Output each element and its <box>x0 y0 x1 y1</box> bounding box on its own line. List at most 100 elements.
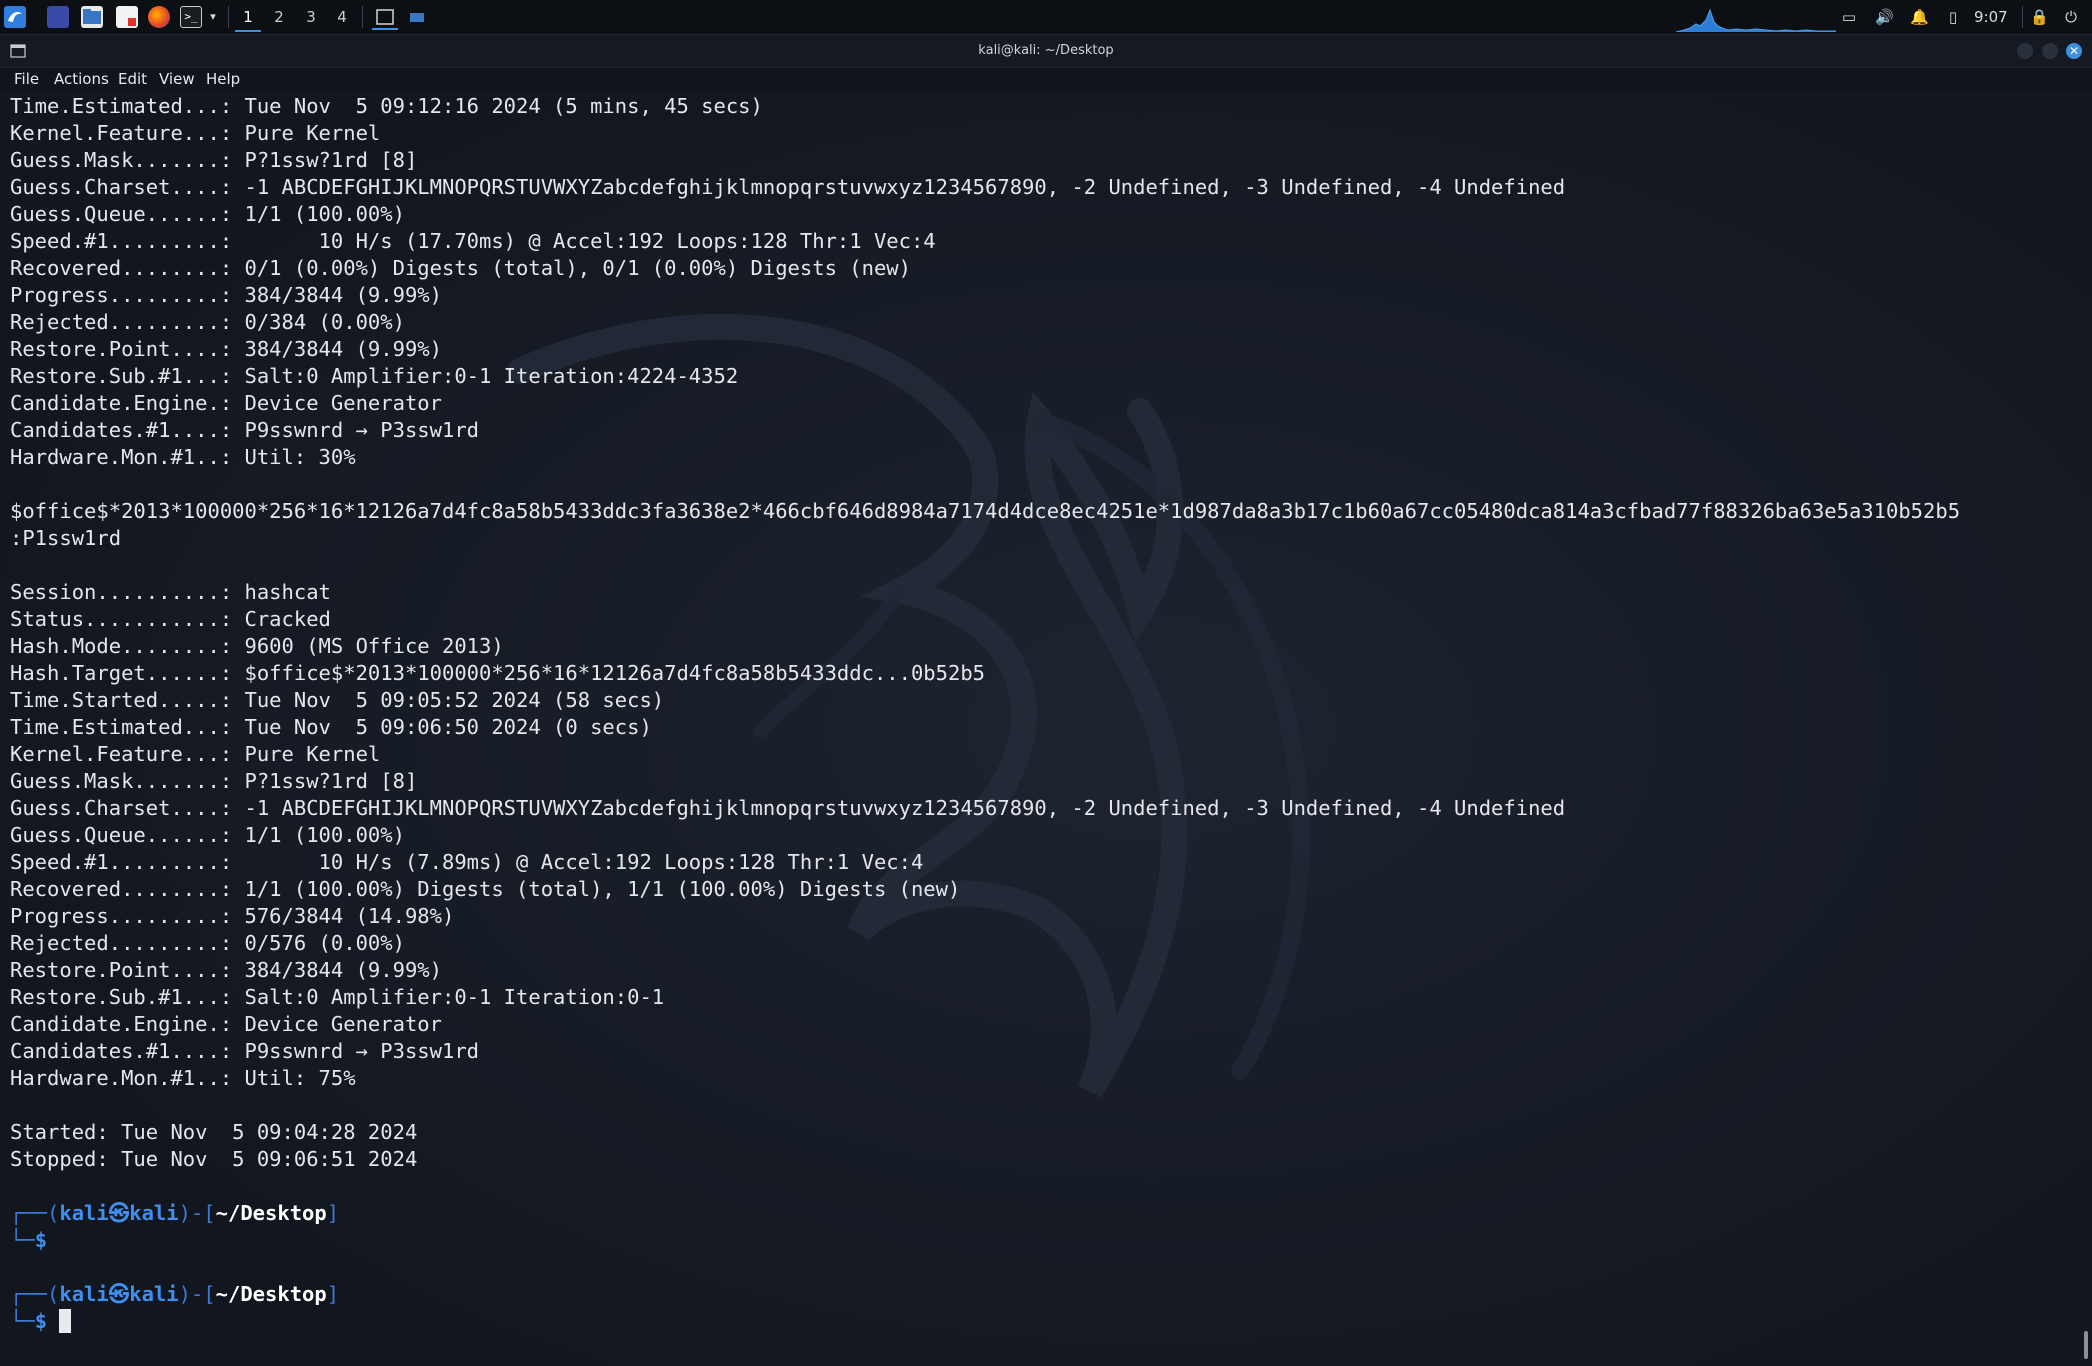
terminal-line: Candidates.#1....: P9sswnrd → P3ssw1rd <box>10 418 479 442</box>
maximize-button[interactable] <box>2042 43 2058 59</box>
terminal-line: Time.Started.....: Tue Nov 5 09:05:52 20… <box>10 688 665 712</box>
terminal-line: Hash.Mode........: 9600 (MS Office 2013) <box>10 634 504 658</box>
terminal-line: Hardware.Mon.#1..: Util: 30% <box>10 445 356 469</box>
terminal-scrollbar[interactable] <box>2084 1331 2088 1359</box>
workspace-2[interactable]: 2 <box>266 4 292 30</box>
terminal-line: Guess.Queue......: 1/1 (100.00%) <box>10 823 405 847</box>
menu-bar: File Actions Edit View Help <box>0 67 2092 91</box>
cpu-graph-icon <box>1676 8 1836 32</box>
panel-separator <box>228 6 229 28</box>
terminal-line: Stopped: Tue Nov 5 09:06:51 2024 <box>10 1147 418 1171</box>
terminal-cursor[interactable] <box>59 1309 72 1333</box>
terminal-line: Recovered........: 1/1 (100.00%) Digests… <box>10 877 961 901</box>
prompt-sign: $ <box>34 1309 48 1333</box>
terminal-line: Progress.........: 576/3844 (14.98%) <box>10 904 455 928</box>
terminal-line: Recovered........: 0/1 (0.00%) Digests (… <box>10 256 911 280</box>
display-icon[interactable]: ▭ <box>1840 8 1858 26</box>
terminal-line: Guess.Charset....: -1 ABCDEFGHIJKLMNOPQR… <box>10 175 1566 199</box>
terminal-line: Guess.Queue......: 1/1 (100.00%) <box>10 202 405 226</box>
window-titlebar[interactable]: kali@kali: ~/Desktop ✕ <box>0 35 2092 68</box>
terminal-line: Restore.Sub.#1...: Salt:0 Amplifier:0-1 … <box>10 364 739 388</box>
menu-edit[interactable]: Edit <box>118 67 147 91</box>
prompt-frame: └─ <box>10 1309 35 1333</box>
terminal-line: Restore.Point....: 384/3844 (9.99%) <box>10 337 442 361</box>
prompt-header: ┌──(kali㉿kali)-[~/Desktop] <box>10 1281 2078 1308</box>
prompt-frame: └─ <box>10 1228 35 1252</box>
notification-icon[interactable]: 🔔 <box>1910 8 1929 26</box>
prompt-input-line[interactable]: └─$ <box>10 1308 2078 1335</box>
text-editor-icon[interactable] <box>116 6 138 28</box>
menu-actions[interactable]: Actions <box>54 67 109 91</box>
terminal-line: Rejected.........: 0/384 (0.00%) <box>10 310 405 334</box>
terminal-line: Status...........: Cracked <box>10 607 331 631</box>
power-icon[interactable]: ⏻ <box>2062 8 2080 26</box>
terminal-line: Candidates.#1....: P9sswnrd → P3ssw1rd <box>10 1039 479 1063</box>
terminal-line: Hash.Target......: $office$*2013*100000*… <box>10 661 986 685</box>
kali-menu-icon[interactable] <box>4 6 26 28</box>
prompt-user: kali㉿kali <box>59 1201 179 1225</box>
window-list-icon[interactable] <box>372 6 398 30</box>
terminal-lines: Time.Estimated...: Tue Nov 5 09:12:16 20… <box>10 93 2078 1335</box>
terminal-icon[interactable]: >_ <box>180 6 202 28</box>
window-list-icon[interactable] <box>408 6 426 28</box>
terminal-line: Guess.Mask.......: P?1ssw?1rd [8] <box>10 148 418 172</box>
terminal-line: Candidate.Engine.: Device Generator <box>10 391 442 415</box>
prompt-frame: )-[ <box>178 1201 216 1225</box>
terminal-line: :P1ssw1rd <box>10 526 122 550</box>
terminal-line: Rejected.........: 0/576 (0.00%) <box>10 931 405 955</box>
terminal-line: Candidate.Engine.: Device Generator <box>10 1012 442 1036</box>
prompt-path: ~/Desktop <box>215 1282 327 1306</box>
terminal-line: Speed.#1.........: 10 H/s (7.89ms) @ Acc… <box>10 850 924 874</box>
prompt-frame: ] <box>326 1282 340 1306</box>
terminal-line: Progress.........: 384/3844 (9.99%) <box>10 283 442 307</box>
workspace-1[interactable]: 1 <box>235 4 261 32</box>
prompt-header: ┌──(kali㉿kali)-[~/Desktop] <box>10 1200 2078 1227</box>
lock-icon[interactable]: 🔒 <box>2030 8 2049 26</box>
terminal-line: Time.Estimated...: Tue Nov 5 09:12:16 20… <box>10 94 763 118</box>
terminal-line: Restore.Point....: 384/3844 (9.99%) <box>10 958 442 982</box>
window-title: kali@kali: ~/Desktop <box>978 43 1114 58</box>
terminal-line: Kernel.Feature...: Pure Kernel <box>10 121 381 145</box>
volume-icon[interactable]: 🔊 <box>1875 8 1894 26</box>
prompt-frame: ┌──( <box>10 1201 60 1225</box>
terminal-output[interactable]: Time.Estimated...: Tue Nov 5 09:12:16 20… <box>0 91 2092 1366</box>
prompt-sign: $ <box>34 1228 48 1252</box>
menu-help[interactable]: Help <box>206 67 240 91</box>
terminal-line: Started: Tue Nov 5 09:04:28 2024 <box>10 1120 418 1144</box>
workspace-4[interactable]: 4 <box>329 4 355 30</box>
prompt-path: ~/Desktop <box>215 1201 327 1225</box>
terminal-line: Time.Estimated...: Tue Nov 5 09:06:50 20… <box>10 715 652 739</box>
panel-separator <box>362 6 363 28</box>
terminal-line: Session..........: hashcat <box>10 580 331 604</box>
minimize-button[interactable] <box>2017 43 2033 59</box>
menu-view[interactable]: View <box>159 67 195 91</box>
panel-separator <box>2022 6 2023 28</box>
terminal-line: Guess.Charset....: -1 ABCDEFGHIJKLMNOPQR… <box>10 796 1566 820</box>
prompt-frame: ] <box>326 1201 340 1225</box>
prompt-frame: ┌──( <box>10 1282 60 1306</box>
top-panel: >_ ▾ 1 2 3 4 ▭ 🔊 🔔 ▯ 9:07 🔒 ⏻ <box>0 0 2092 35</box>
file-manager-icon[interactable] <box>81 6 103 28</box>
desktop-icon[interactable] <box>47 6 69 28</box>
terminal-line: Kernel.Feature...: Pure Kernel <box>10 742 381 766</box>
firefox-icon[interactable] <box>148 6 170 28</box>
terminal-line: $office$*2013*100000*256*16*12126a7d4fc8… <box>10 499 1961 523</box>
workspace-3[interactable]: 3 <box>298 4 324 30</box>
close-button[interactable]: ✕ <box>2066 43 2082 59</box>
chevron-down-icon[interactable]: ▾ <box>204 8 222 26</box>
terminal-line: Guess.Mask.......: P?1ssw?1rd [8] <box>10 769 418 793</box>
prompt-frame: )-[ <box>178 1282 216 1306</box>
prompt-input-line: └─$ <box>10 1227 2078 1254</box>
clock[interactable]: 9:07 <box>1974 0 2008 34</box>
terminal-line: Hardware.Mon.#1..: Util: 75% <box>10 1066 356 1090</box>
terminal-line: Restore.Sub.#1...: Salt:0 Amplifier:0-1 … <box>10 985 665 1009</box>
prompt-user: kali㉿kali <box>59 1282 179 1306</box>
battery-icon[interactable]: ▯ <box>1944 8 1962 26</box>
terminal-line: Speed.#1.........: 10 H/s (17.70ms) @ Ac… <box>10 229 936 253</box>
menu-file[interactable]: File <box>14 67 39 91</box>
